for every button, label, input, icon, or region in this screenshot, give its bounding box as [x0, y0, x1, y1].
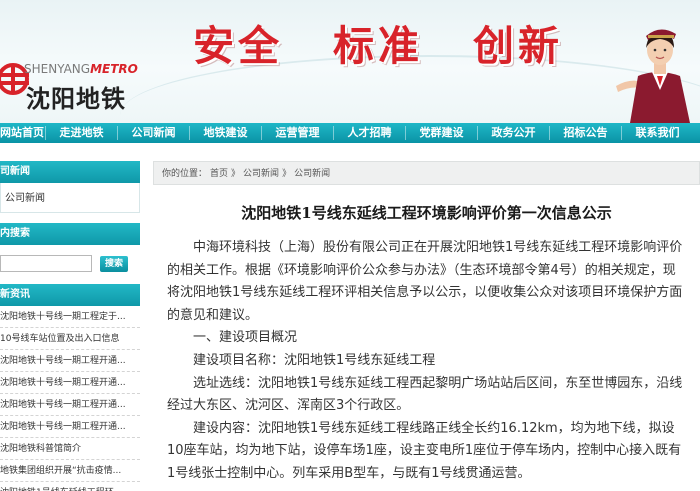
- slogan: 安全 标准 创新: [193, 12, 563, 72]
- list-item[interactable]: 沈阳地铁十号线一期工程开通...: [0, 372, 140, 394]
- breadcrumb-home[interactable]: 首页: [210, 169, 228, 179]
- nav-company-news[interactable]: 公司新闻: [118, 123, 189, 143]
- article-section-heading: 一、建设项目概况: [193, 330, 298, 346]
- main-nav: 网站首页 走进地铁 公司新闻 地铁建设 运营管理 人才招聘 党群建设 政务公开 …: [0, 123, 700, 143]
- sidebar-search-header: 内搜索: [0, 223, 140, 245]
- breadcrumb-prefix: 你的位置：: [162, 169, 208, 179]
- article-paragraph: 建设内容：沈阳地铁1号线东延线工程线路正线全长约16.12km，均为地下线，拟设…: [167, 420, 682, 481]
- article-body: 中海环境科技（上海）股份有限公司正在开展沈阳地铁1号线东延线工程环境影响评价的相…: [153, 223, 700, 486]
- slogan-innovation: 创新: [473, 22, 563, 70]
- nav-tenders[interactable]: 招标公告: [550, 123, 621, 143]
- search-input[interactable]: [0, 255, 92, 272]
- nav-party-building[interactable]: 党群建设: [406, 123, 477, 143]
- latest-news-list: 沈阳地铁十号线一期工程定于... 10号线车站位置及出入口信息 沈阳地铁十号线一…: [0, 306, 140, 491]
- list-item[interactable]: 沈阳地铁科普馆简介: [0, 438, 140, 460]
- slogan-standard: 标准: [333, 22, 423, 70]
- breadcrumb-separator: 》: [282, 169, 292, 179]
- breadcrumb-current[interactable]: 公司新闻: [294, 169, 330, 179]
- sidebar-item-company-news[interactable]: 公司新闻: [1, 183, 139, 212]
- list-item[interactable]: 沈阳地铁1号线东延线工程环...: [0, 482, 140, 491]
- site-logo[interactable]: SHENYANGMETRO 沈阳地铁: [0, 62, 138, 113]
- nav-recruitment[interactable]: 人才招聘: [334, 123, 405, 143]
- breadcrumb: 你的位置： 首页》公司新闻》公司新闻: [153, 161, 700, 185]
- nav-operations[interactable]: 运营管理: [262, 123, 333, 143]
- article-paragraph: 选址选线：沈阳地铁1号线东延线工程西起黎明广场站站后区间，东至世博园东，沿线经过…: [167, 375, 683, 414]
- article-title: 沈阳地铁1号线东延线工程环境影响评价第一次信息公示: [241, 204, 612, 222]
- article-paragraph: 中海环境科技（上海）股份有限公司正在开展沈阳地铁1号线东延线工程环境影响评价的相…: [167, 240, 683, 323]
- sidebar-latest-header: 新资讯: [0, 284, 140, 306]
- list-item[interactable]: 沈阳地铁十号线一期工程定于...: [0, 306, 140, 328]
- slogan-safety: 安全: [193, 22, 283, 70]
- breadcrumb-separator: 》: [231, 169, 241, 179]
- sidebar-search-row: 搜索: [0, 245, 140, 284]
- nav-public-affairs[interactable]: 政务公开: [478, 123, 549, 143]
- breadcrumb-company-news[interactable]: 公司新闻: [243, 169, 279, 179]
- sidebar-company-news-header: 司新闻: [0, 161, 140, 183]
- sidebar: 司新闻 公司新闻 内搜索 搜索 新资讯 沈阳地铁十号线一期工程定于... 10号…: [0, 161, 140, 491]
- nav-contact[interactable]: 联系我们: [622, 123, 693, 143]
- nav-construction[interactable]: 地铁建设: [190, 123, 261, 143]
- logo-chinese: 沈阳地铁: [26, 85, 126, 113]
- main-content: 你的位置： 首页》公司新闻》公司新闻 沈阳地铁1号线东延线工程环境影响评价第一次信…: [153, 161, 700, 491]
- nav-home[interactable]: 网站首页: [0, 123, 45, 143]
- search-button[interactable]: 搜索: [100, 255, 128, 272]
- list-item[interactable]: 10号线车站位置及出入口信息: [0, 328, 140, 350]
- sidebar-company-news-box: 公司新闻: [0, 183, 140, 213]
- header-banner: 安全 标准 创新 SHENYANGMETRO 沈阳地铁: [0, 0, 700, 123]
- list-item[interactable]: 沈阳地铁十号线一期工程开通...: [0, 350, 140, 372]
- list-item[interactable]: 沈阳地铁十号线一期工程开通...: [0, 394, 140, 416]
- nav-about-metro[interactable]: 走进地铁: [46, 123, 117, 143]
- staff-illustration: [616, 29, 690, 123]
- list-item[interactable]: 沈阳地铁十号线一期工程开通...: [0, 416, 140, 438]
- article-paragraph: 建设项目名称：沈阳地铁1号线东延线工程: [193, 352, 436, 368]
- logo-english: SHENYANGMETRO: [24, 62, 138, 76]
- list-item[interactable]: 地铁集团组织开展“抗击疫情...: [0, 460, 140, 482]
